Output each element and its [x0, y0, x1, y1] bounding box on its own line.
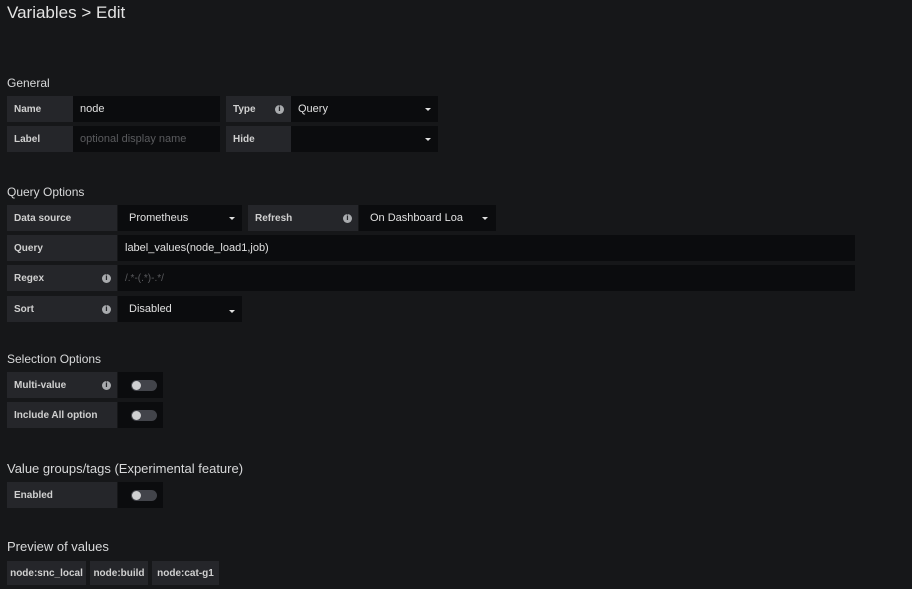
type-label-text: Type [233, 103, 256, 115]
section-title-value-groups: Value groups/tags (Experimental feature) [7, 461, 244, 476]
sort-select-value: Disabled [129, 303, 172, 315]
datasource-select[interactable]: Prometheus [118, 205, 242, 231]
refresh-select-value: On Dashboard Loa [370, 212, 463, 224]
multi-value-label: Multi-value [7, 372, 117, 398]
label-input[interactable]: optional display name [73, 126, 220, 152]
datasource-label: Data source [7, 205, 117, 231]
hide-label: Hide [226, 126, 291, 152]
preview-value-chip: node:snc_local [7, 561, 86, 585]
sort-label: Sort [7, 296, 117, 322]
value-groups-enabled-label: Enabled [7, 482, 117, 508]
multi-value-info-icon[interactable]: i [102, 381, 111, 390]
refresh-info-icon[interactable]: i [343, 214, 352, 223]
section-title-query-options: Query Options [7, 185, 85, 199]
datasource-chevron-down-icon [229, 217, 235, 220]
toggle-knob [132, 411, 141, 420]
query-input[interactable]: label_values(node_load1,job) [118, 235, 855, 261]
multi-value-toggle[interactable] [131, 380, 157, 391]
hide-chevron-down-icon [425, 138, 431, 141]
type-select-value: Query [298, 103, 328, 115]
preview-value-chip: node:build [90, 561, 148, 585]
sort-info-icon[interactable]: i [102, 305, 111, 314]
value-groups-enabled-toggle[interactable] [131, 490, 157, 501]
page-title: Variables > Edit [7, 3, 126, 22]
refresh-label: Refresh [248, 205, 358, 231]
refresh-chevron-down-icon [482, 217, 488, 220]
multi-value-toggle-box[interactable] [118, 372, 163, 398]
include-all-label: Include All option [7, 402, 117, 428]
section-title-selection-options: Selection Options [7, 352, 102, 366]
regex-info-icon[interactable]: i [102, 274, 111, 283]
preview-value-chip: node:cat-g1 [152, 561, 219, 585]
sort-chevron-down-icon [229, 310, 235, 313]
type-chevron-down-icon [425, 108, 431, 111]
toggle-knob [132, 381, 141, 390]
label-label: Label [7, 126, 73, 152]
include-all-toggle-box[interactable] [118, 402, 163, 428]
query-label: Query [7, 235, 117, 261]
hide-select[interactable] [291, 126, 438, 152]
datasource-select-value: Prometheus [129, 212, 189, 224]
refresh-select[interactable]: On Dashboard Loa [359, 205, 496, 231]
type-info-icon[interactable]: i [275, 105, 284, 114]
regex-label: Regex [7, 265, 117, 291]
name-label: Name [7, 96, 73, 122]
type-select[interactable]: Query [291, 96, 438, 122]
section-title-general: General [7, 76, 50, 90]
regex-input[interactable]: /.*-(.*)-.*/ [118, 265, 855, 291]
section-title-preview: Preview of values [7, 539, 109, 554]
name-input[interactable]: node [73, 96, 220, 122]
sort-select[interactable]: Disabled [118, 296, 242, 322]
include-all-toggle[interactable] [131, 410, 157, 421]
toggle-knob [132, 491, 141, 500]
value-groups-toggle-box[interactable] [118, 482, 163, 508]
